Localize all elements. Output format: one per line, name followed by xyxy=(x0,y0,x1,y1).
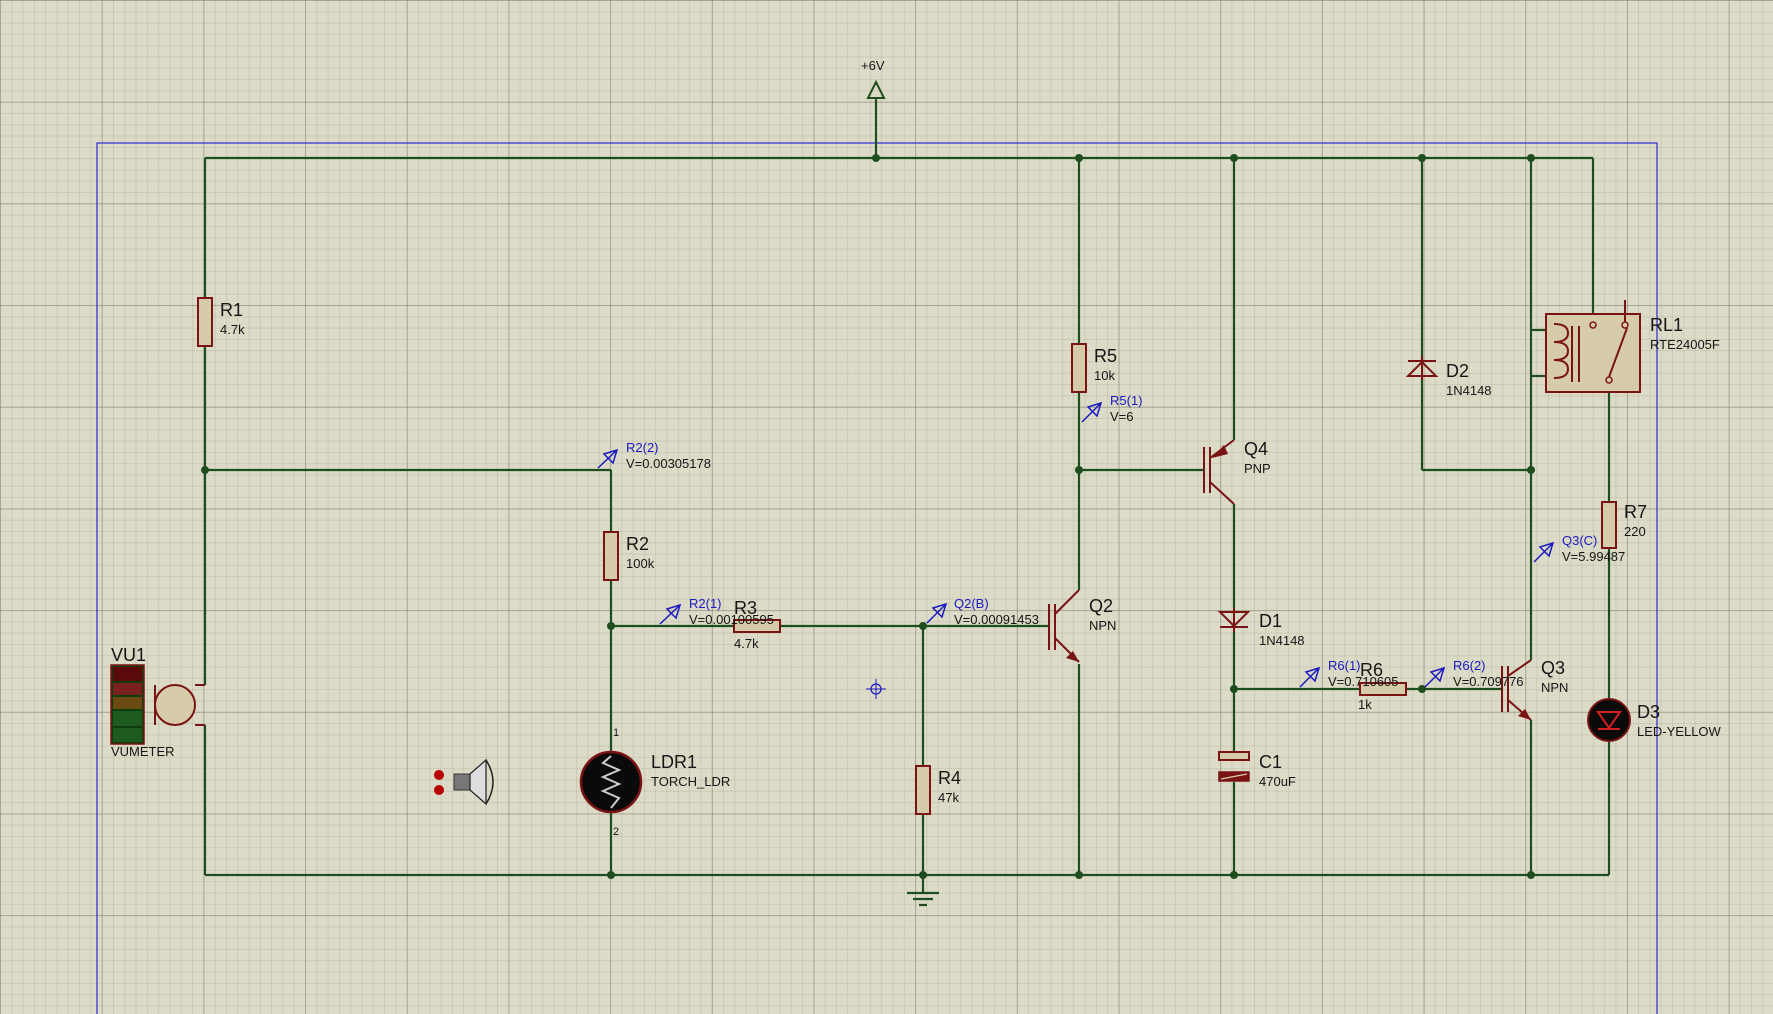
probe-q2-b-name: Q2(B) xyxy=(954,596,989,611)
d1-value: 1N4148 xyxy=(1259,633,1305,648)
r1-value: 4.7k xyxy=(220,322,245,337)
speaker-icon[interactable] xyxy=(434,758,494,806)
vu1-value: VUMETER xyxy=(111,744,175,759)
power-label: +6V xyxy=(861,58,885,73)
probe-q2-b-value: V=0.00091453 xyxy=(954,612,1039,627)
r3-value: 4.7k xyxy=(734,636,759,651)
resistor-r5[interactable]: R5 10k xyxy=(1071,343,1117,393)
probe-r2-1-name: R2(1) xyxy=(689,596,722,611)
q3-ref: Q3 xyxy=(1541,658,1565,678)
probe-r2-2[interactable]: R2(2) V=0.00305178 xyxy=(597,440,711,471)
c1-value: 470uF xyxy=(1259,774,1296,789)
q4-value: PNP xyxy=(1244,461,1271,476)
resistor-r2[interactable]: R2 100k xyxy=(603,531,655,581)
d2-ref: D2 xyxy=(1446,361,1469,381)
resistor-r4[interactable]: R4 47k xyxy=(915,765,961,815)
r6-value: 1k xyxy=(1358,697,1372,712)
q2-ref: Q2 xyxy=(1089,596,1113,616)
probe-r2-1-value: V=0.00100595 xyxy=(689,612,774,627)
capacitor-c1[interactable]: C1 470uF xyxy=(1218,751,1296,789)
ldr1-value: TORCH_LDR xyxy=(651,774,730,789)
diode-d2[interactable]: D2 1N4148 xyxy=(1405,356,1492,398)
diode-d1[interactable]: D1 1N4148 xyxy=(1217,608,1305,648)
d3-ref: D3 xyxy=(1637,702,1660,722)
probe-q3-c-value: V=5.99487 xyxy=(1562,549,1625,564)
transistor-q2-npn[interactable]: Q2 NPN xyxy=(1048,589,1116,663)
ldr1-pin1: 1 xyxy=(613,727,619,739)
probe-q3-c-name: Q3(C) xyxy=(1562,533,1597,548)
r4-value: 47k xyxy=(938,790,959,805)
probe-r6-1[interactable]: R6(1) V=0.710605 xyxy=(1299,658,1398,689)
ldr1-pin2: 2 xyxy=(613,826,619,838)
led-d3-yellow[interactable]: D3 LED-YELLOW xyxy=(1587,698,1722,742)
r2-ref: R2 xyxy=(626,534,649,554)
probe-r6-1-value: V=0.710605 xyxy=(1328,674,1398,689)
probe-r6-2[interactable]: R6(2) V=0.709776 xyxy=(1424,658,1523,689)
probe-r2-2-name: R2(2) xyxy=(626,440,659,455)
r7-ref: R7 xyxy=(1624,502,1647,522)
resistor-r7[interactable]: R7 220 xyxy=(1601,501,1647,549)
vumeter-vu1[interactable]: VU1 VUMETER xyxy=(110,645,205,759)
wires xyxy=(203,98,1611,877)
ldr-torch-ldr1[interactable]: 1 2 LDR1 TORCH_LDR xyxy=(579,727,730,838)
probe-r5-1-name: R5(1) xyxy=(1110,393,1143,408)
q4-ref: Q4 xyxy=(1244,439,1268,459)
probe-r5-1[interactable]: R5(1) V=6 xyxy=(1081,393,1143,424)
r1-ref: R1 xyxy=(220,300,243,320)
probe-r6-2-name: R6(2) xyxy=(1453,658,1486,673)
probe-r2-2-value: V=0.00305178 xyxy=(626,456,711,471)
c1-ref: C1 xyxy=(1259,752,1282,772)
junctions xyxy=(201,154,1535,879)
vu1-ref: VU1 xyxy=(111,645,146,665)
resistor-r1[interactable]: R1 4.7k xyxy=(197,297,245,347)
relay-rl1[interactable]: RL1 RTE24005F xyxy=(1545,300,1720,393)
schematic-canvas[interactable]: +6V R1 4.7k R2 100k R3 4.7k R4 47k R5 10… xyxy=(0,0,1773,1014)
ldr1-ref: LDR1 xyxy=(651,752,697,772)
r5-value: 10k xyxy=(1094,368,1115,383)
ground-terminal[interactable] xyxy=(907,875,939,907)
probe-q2-b[interactable]: Q2(B) V=0.00091453 xyxy=(926,596,1039,627)
power-terminal[interactable]: +6V xyxy=(861,58,886,99)
d2-value: 1N4148 xyxy=(1446,383,1492,398)
transistor-q4-pnp[interactable]: Q4 PNP xyxy=(1203,439,1271,505)
d3-value: LED-YELLOW xyxy=(1637,724,1722,739)
q2-value: NPN xyxy=(1089,618,1116,633)
crosshair-icon xyxy=(866,679,886,699)
rl1-value: RTE24005F xyxy=(1650,337,1720,352)
d1-ref: D1 xyxy=(1259,611,1282,631)
probe-r6-1-name: R6(1) xyxy=(1328,658,1361,673)
r4-ref: R4 xyxy=(938,768,961,788)
q3-value: NPN xyxy=(1541,680,1568,695)
r5-ref: R5 xyxy=(1094,346,1117,366)
rl1-ref: RL1 xyxy=(1650,315,1683,335)
r2-value: 100k xyxy=(626,556,655,571)
r7-value: 220 xyxy=(1624,524,1646,539)
probe-r5-1-value: V=6 xyxy=(1110,409,1134,424)
probe-r6-2-value: V=0.709776 xyxy=(1453,674,1523,689)
transistor-q3-npn[interactable]: Q3 NPN xyxy=(1501,658,1568,721)
